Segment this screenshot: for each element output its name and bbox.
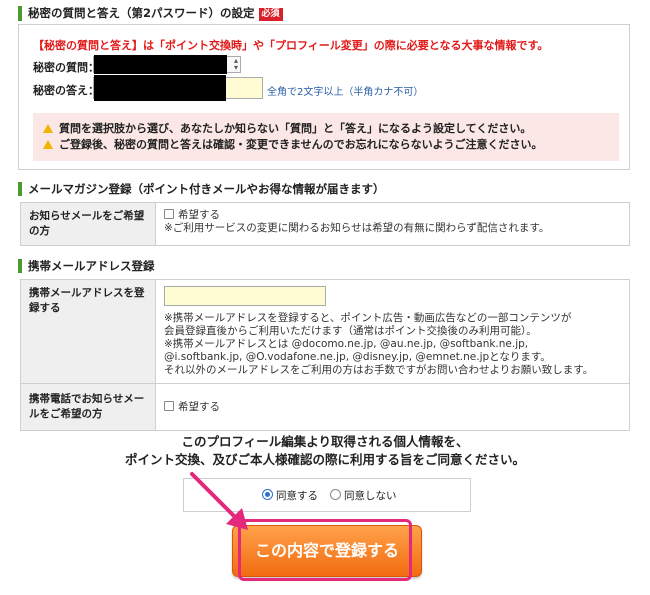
mailmag-row-label: お知らせメールをご希望の方 [20,202,156,246]
mobile-address-value: ※携帯メールアドレスを登録すると、ポイント広告・動画広告などの一部コンテンツが … [155,279,630,384]
secret-box: 【秘密の質問と答え】は「ポイント交換時」や「プロフィール変更」の際に必要となる大… [18,24,630,170]
mobile-phone-row: 携帯電話でお知らせメールをご希望の方 希望する [20,383,630,431]
mailmag-section-title: メールマガジン登録（ポイント付きメールやお得な情報が届きます） [18,182,385,196]
mobile-address-label: 携帯メールアドレスを登録する [20,279,156,384]
consent-line-1: このプロフィール編集より取得される個人情報を、 [181,434,469,449]
mobile-note-5: それ以外のメールアドレスをご利用の方はお手数ですがお問い合わせよりお願い致します… [164,364,594,376]
secret-title-text: 秘密の質問と答え（第2パスワード）の設定 [28,6,255,20]
caution-text-1: 質問を選択肢から選び、あなたしか知らない「質問」と「答え」になるよう設定してくだ… [59,122,532,135]
mobile-phone-value: 希望する [155,383,630,431]
mobile-note-2: 会員登録直後からご利用いただけます（通常はポイント交換後のみ利用可能）。 [164,325,537,337]
answer-input[interactable] [93,75,263,101]
pointer-arrow-icon [190,472,248,530]
caution-line-1: 質問を選択肢から選び、あなたしか知らない「質問」と「答え」になるよう設定してくだ… [43,121,609,137]
agree-label: 同意する [276,490,318,502]
mailmag-checkbox[interactable]: 希望する [164,209,220,221]
radio-unselected-icon [330,489,341,500]
caution-text-2: ご登録後、秘密の質問と答えは確認・変更できませんのでお忘れにならないようご注意く… [59,138,543,151]
question-select-masked [94,55,227,74]
mobile-phone-label: 携帯電話でお知らせメールをご希望の方 [20,383,156,431]
mobile-checkbox-label: 希望する [178,400,220,413]
select-arrows-icon: ▴ ▾ [233,56,238,72]
disagree-label: 同意しない [344,490,397,502]
mobile-note-4: @i.softbank.jp, @O.vodafone.ne.jp, @disn… [164,351,551,363]
radio-selected-icon [262,489,273,500]
consent-line-2: ポイント交換、及びご本人様確認の際に利用する旨をご同意ください。 [124,452,525,467]
answer-label: 秘密の答え： [33,84,99,97]
disagree-radio[interactable]: 同意しない [330,488,397,503]
question-select[interactable]: ▴ ▾ [93,55,241,74]
agree-radio[interactable]: 同意する [262,488,318,503]
mobile-address-row: 携帯メールアドレスを登録する ※携帯メールアドレスを登録すると、ポイント広告・動… [20,279,630,384]
highlight-frame [238,519,412,581]
mobile-note-3: ※携帯メールアドレスとは @docomo.ne.jp, @au.ne.jp, @… [164,338,529,350]
mobile-phone-checkbox[interactable]: 希望する [164,400,220,413]
secret-section-title: 秘密の質問と答え（第2パスワード）の設定 必須 [18,6,283,21]
required-badge: 必須 [258,8,283,21]
mobile-table: 携帯メールアドレスを登録する ※携帯メールアドレスを登録すると、ポイント広告・動… [20,279,630,431]
answer-hint: 全角で2文字以上（半角カナ不可） [267,87,424,98]
secret-notice: 【秘密の質問と答え】は「ポイント交換時」や「プロフィール変更」の際に必要となる大… [33,39,549,52]
question-label: 秘密の質問： [33,61,99,74]
consent-text: このプロフィール編集より取得される個人情報を、 ポイント交換、及びご本人様確認の… [0,433,650,469]
mailmag-checkbox-label: 希望する [178,209,220,221]
mailmag-note: ※ご利用サービスの変更に関わるお知らせは希望の有無に関わらず配信されます。 [164,222,550,234]
checkbox-icon [164,400,174,411]
mobile-note-1: ※携帯メールアドレスを登録すると、ポイント広告・動画広告などの一部コンテンツが [164,312,572,324]
checkbox-icon [164,209,174,219]
caution-line-2: ご登録後、秘密の質問と答えは確認・変更できませんのでお忘れにならないようご注意く… [43,137,609,153]
mobile-section-title: 携帯メールアドレス登録 [18,259,155,273]
warning-icon [43,124,53,133]
mailmag-row-value: 希望する ※ご利用サービスの変更に関わるお知らせは希望の有無に関わらず配信されま… [155,202,630,246]
caution-box: 質問を選択肢から選び、あなたしか知らない「質問」と「答え」になるよう設定してくだ… [33,113,619,161]
warning-icon [43,140,53,149]
mailmag-row: お知らせメールをご希望の方 希望する ※ご利用サービスの変更に関わるお知らせは希… [20,202,630,246]
answer-input-masked [94,75,226,101]
mailmag-table: お知らせメールをご希望の方 希望する ※ご利用サービスの変更に関わるお知らせは希… [20,202,630,246]
mobile-email-input[interactable] [164,286,326,306]
